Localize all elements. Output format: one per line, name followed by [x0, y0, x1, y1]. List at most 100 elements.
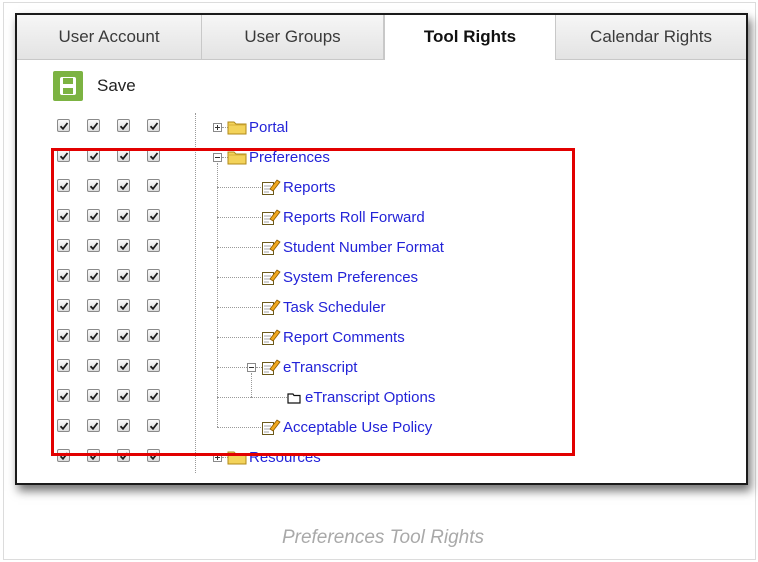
tool-icon	[261, 238, 281, 256]
tool-icon	[261, 418, 281, 436]
rights-checkbox[interactable]	[87, 149, 100, 162]
rights-checkbox[interactable]	[117, 239, 130, 252]
rights-checkbox[interactable]	[57, 149, 70, 162]
rights-checkbox[interactable]	[57, 269, 70, 282]
tree-node-label[interactable]: eTranscript	[283, 359, 357, 377]
figure-caption: Preferences Tool Rights	[281, 527, 485, 548]
tree-branch-line	[217, 367, 247, 368]
tool-rights-screenshot: User Account User Groups Tool Rights Cal…	[15, 13, 748, 485]
rights-checkbox[interactable]	[87, 329, 100, 342]
tree-branch-line	[251, 373, 252, 397]
subtab-icon	[287, 391, 301, 404]
rights-checkbox[interactable]	[57, 209, 70, 222]
tree-row-system-preferences: System Preferences	[17, 263, 746, 293]
tree-branch-line	[217, 187, 261, 188]
rights-checkbox[interactable]	[147, 239, 160, 252]
rights-checkbox[interactable]	[87, 209, 100, 222]
rights-checkbox[interactable]	[147, 119, 160, 132]
tree-row-reports-roll-forward: Reports Roll Forward	[17, 203, 746, 233]
rights-checkbox[interactable]	[117, 329, 130, 342]
tree-node-label[interactable]: Student Number Format	[283, 239, 444, 257]
tree-branch-line	[217, 217, 261, 218]
tab-calendar-rights[interactable]: Calendar Rights	[556, 15, 746, 59]
collapse-icon[interactable]	[247, 363, 256, 372]
tool-icon	[261, 298, 281, 316]
rights-checkbox[interactable]	[117, 389, 130, 402]
tree-node-label[interactable]: Portal	[249, 119, 288, 137]
tree-node-label[interactable]: Preferences	[249, 149, 330, 167]
tree-node-label[interactable]: System Preferences	[283, 269, 418, 287]
tree-branch-line	[217, 277, 261, 278]
rights-checkbox[interactable]	[87, 449, 100, 462]
rights-checkbox[interactable]	[87, 119, 100, 132]
tree-row-report-comments: Report Comments	[17, 323, 746, 353]
rights-checkbox[interactable]	[57, 239, 70, 252]
tree-node-label[interactable]: Task Scheduler	[283, 299, 386, 317]
rights-checkbox[interactable]	[57, 179, 70, 192]
tree-node-label[interactable]: Acceptable Use Policy	[283, 419, 432, 437]
expand-icon[interactable]	[213, 453, 222, 462]
tree-row-student-number-format: Student Number Format	[17, 233, 746, 263]
floppy-disk-icon	[53, 71, 83, 101]
rights-checkbox[interactable]	[147, 299, 160, 312]
folder-icon	[227, 149, 247, 165]
rights-checkbox[interactable]	[117, 419, 130, 432]
tree-node-label[interactable]: Resources	[249, 449, 321, 467]
rights-checkbox[interactable]	[57, 419, 70, 432]
tool-icon	[261, 208, 281, 226]
rights-checkbox[interactable]	[57, 359, 70, 372]
rights-checkbox[interactable]	[57, 329, 70, 342]
tab-user-account[interactable]: User Account	[17, 15, 202, 59]
tab-tool-rights[interactable]: Tool Rights	[384, 15, 556, 60]
rights-checkbox[interactable]	[57, 389, 70, 402]
expand-icon[interactable]	[213, 123, 222, 132]
tree-node-label[interactable]: eTranscript Options	[305, 389, 435, 407]
tree-node-label[interactable]: Report Comments	[283, 329, 405, 347]
rights-checkbox[interactable]	[147, 449, 160, 462]
rights-checkbox[interactable]	[147, 209, 160, 222]
rights-checkbox[interactable]	[87, 239, 100, 252]
tree-branch-line	[217, 247, 261, 248]
rights-checkbox[interactable]	[147, 269, 160, 282]
rights-checkbox[interactable]	[147, 329, 160, 342]
tool-icon	[261, 178, 281, 196]
tree-node-label[interactable]: Reports	[283, 179, 336, 197]
rights-checkbox[interactable]	[117, 299, 130, 312]
rights-checkbox[interactable]	[117, 149, 130, 162]
rights-checkbox[interactable]	[117, 209, 130, 222]
tree-branch-line	[217, 427, 261, 428]
rights-checkbox[interactable]	[147, 149, 160, 162]
tree-row-task-scheduler: Task Scheduler	[17, 293, 746, 323]
rights-checkbox[interactable]	[147, 359, 160, 372]
rights-checkbox[interactable]	[57, 119, 70, 132]
rights-checkbox[interactable]	[87, 389, 100, 402]
tree-branch-line	[217, 337, 261, 338]
rights-checkbox[interactable]	[57, 299, 70, 312]
rights-checkbox[interactable]	[117, 119, 130, 132]
tree-row-acceptable-use-policy: Acceptable Use Policy	[17, 413, 746, 443]
rights-checkbox[interactable]	[117, 179, 130, 192]
tree-node-label[interactable]: Reports Roll Forward	[283, 209, 425, 227]
tab-user-groups[interactable]: User Groups	[202, 15, 384, 59]
rights-checkbox[interactable]	[117, 359, 130, 372]
collapse-icon[interactable]	[213, 153, 222, 162]
rights-checkbox[interactable]	[87, 179, 100, 192]
rights-checkbox[interactable]	[87, 359, 100, 372]
rights-checkbox[interactable]	[147, 389, 160, 402]
rights-checkbox[interactable]	[87, 269, 100, 282]
rights-checkbox[interactable]	[87, 419, 100, 432]
tree-row-etranscript: eTranscript	[17, 353, 746, 383]
rights-checkbox[interactable]	[117, 269, 130, 282]
rights-checkbox[interactable]	[87, 299, 100, 312]
folder-icon	[227, 119, 247, 135]
tree-row-etranscript-options: eTranscript Options	[17, 373, 746, 413]
figure-frame: User Account User Groups Tool Rights Cal…	[3, 2, 756, 560]
rights-checkbox[interactable]	[147, 419, 160, 432]
rights-checkbox[interactable]	[147, 179, 160, 192]
tool-icon	[261, 268, 281, 286]
tool-icon	[261, 328, 281, 346]
rights-checkbox[interactable]	[57, 449, 70, 462]
tab-bar: User Account User Groups Tool Rights Cal…	[17, 15, 746, 60]
save-button-label: Save	[97, 76, 136, 95]
rights-checkbox[interactable]	[117, 449, 130, 462]
